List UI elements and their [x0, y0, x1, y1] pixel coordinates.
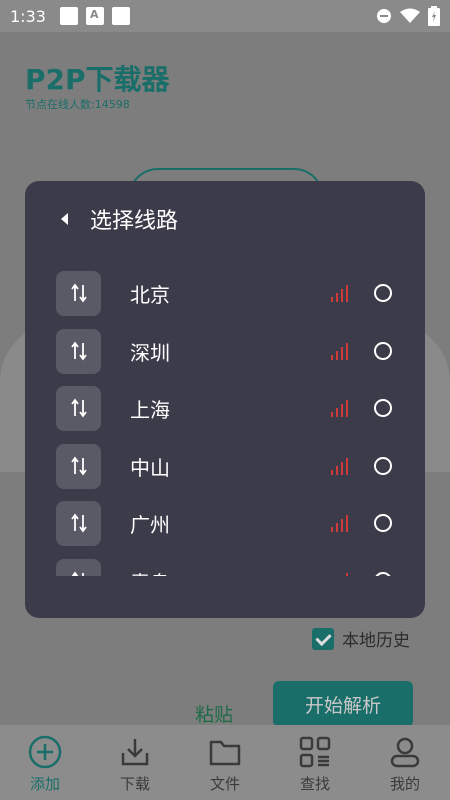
route-radio-button[interactable]: [374, 399, 392, 417]
nav-item-download[interactable]: 下载: [90, 725, 180, 800]
notification-square-icon: [59, 7, 78, 25]
route-radio-button[interactable]: [374, 284, 392, 302]
route-list[interactable]: 北京 深圳 上海 中山 广州: [25, 268, 425, 576]
signal-strength-icon: [346, 573, 348, 576]
route-item[interactable]: 深圳: [25, 328, 425, 374]
route-name: 广州: [130, 512, 170, 537]
signal-strength-icon: [331, 285, 348, 302]
route-switch-icon: [56, 328, 101, 374]
add-circle-icon: [28, 735, 62, 769]
dialog-title: 选择线路: [90, 209, 179, 234]
bottom-nav: 添加 下载 文件 查找 我的: [0, 725, 450, 800]
nav-label-search: 查找: [299, 775, 330, 793]
status-time: 1:33: [10, 6, 46, 26]
nav-item-profile[interactable]: 我的: [360, 725, 450, 800]
notification-square-icon-2: [111, 7, 130, 25]
signal-strength-icon: [331, 400, 348, 417]
nav-label-profile: 我的: [389, 775, 420, 793]
signal-strength-icon: [331, 458, 348, 475]
person-icon: [390, 737, 420, 768]
route-radio-button[interactable]: [374, 514, 392, 532]
route-switch-icon: [56, 558, 101, 576]
notification-a-icon: [85, 7, 104, 25]
folder-icon: [209, 740, 241, 766]
download-icon: [121, 739, 149, 766]
route-radio-button[interactable]: [374, 342, 392, 360]
route-radio-button[interactable]: [374, 457, 392, 475]
local-history-checkbox[interactable]: 本地历史: [312, 626, 410, 651]
select-route-dialog: 选择线路 北京 深圳 上海 中山 广州: [25, 181, 425, 618]
route-name: 深圳: [130, 340, 170, 365]
nav-label-files: 文件: [209, 775, 240, 793]
online-nodes-count: 节点在线人数:14598: [25, 98, 130, 111]
route-name: 青岛: [130, 567, 170, 577]
route-switch-icon: [56, 270, 101, 316]
signal-strength-icon: [331, 343, 348, 360]
route-name: 北京: [130, 282, 170, 307]
local-history-label: 本地历史: [342, 631, 410, 651]
route-item[interactable]: 北京: [25, 270, 425, 316]
route-name: 中山: [130, 455, 170, 480]
status-bar: 1:33: [0, 0, 450, 32]
nav-item-search[interactable]: 查找: [270, 725, 360, 800]
route-switch-icon: [56, 385, 101, 431]
signal-strength-icon: [331, 515, 348, 532]
app-title: P2P下载器: [25, 63, 170, 96]
route-item[interactable]: 中山: [25, 443, 425, 489]
dnd-icon: [377, 9, 391, 23]
route-radio-button[interactable]: [374, 572, 392, 576]
back-arrow-icon[interactable]: [61, 213, 68, 225]
wifi-icon: [400, 8, 420, 23]
nav-label-add: 添加: [29, 775, 60, 793]
dialog-header: 选择线路: [55, 201, 178, 237]
route-item[interactable]: 广州: [25, 500, 425, 546]
route-item[interactable]: 上海: [25, 385, 425, 431]
grid-search-icon: [299, 736, 331, 768]
start-parse-button[interactable]: 开始解析: [273, 681, 413, 727]
nav-item-files[interactable]: 文件: [180, 725, 270, 800]
route-item[interactable]: 青岛: [25, 558, 425, 576]
nav-label-download: 下载: [119, 775, 150, 793]
route-switch-icon: [56, 443, 101, 489]
route-name: 上海: [130, 397, 170, 422]
checkbox-checked-icon[interactable]: [312, 627, 334, 650]
route-switch-icon: [56, 500, 101, 546]
paste-button[interactable]: 粘贴: [195, 700, 233, 727]
nav-item-add[interactable]: 添加: [0, 725, 90, 800]
battery-icon: [428, 6, 440, 26]
